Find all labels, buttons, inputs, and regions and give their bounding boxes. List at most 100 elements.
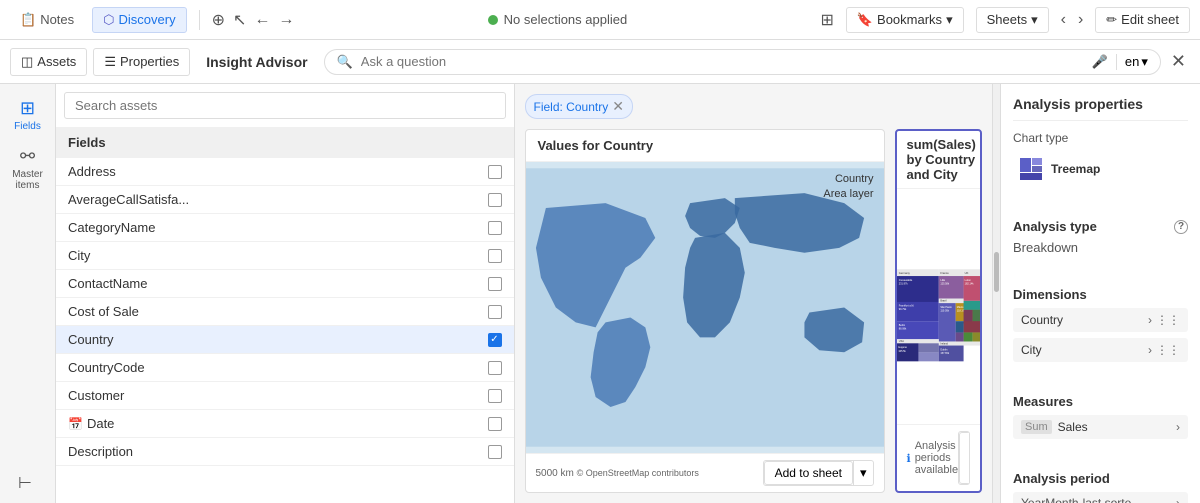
dimension-city-dots[interactable]: ⋮⋮: [1156, 343, 1180, 357]
treemap-card-header: sum(Sales) by Country and City ⤢ ⋯: [897, 131, 981, 189]
analysis-type-help-icon[interactable]: ?: [1174, 220, 1188, 234]
field-item[interactable]: 📅Date: [56, 410, 514, 438]
lang-chevron: ▾: [1141, 54, 1148, 70]
filter-tag-country[interactable]: Field: Country ✕: [525, 94, 633, 119]
bookmarks-chevron: ▾: [946, 12, 953, 28]
field-checkbox[interactable]: ✓: [488, 333, 502, 347]
field-checkbox[interactable]: [488, 277, 502, 291]
second-bar: ◫ Assets ☰ Properties Insight Advisor 🔍 …: [0, 40, 1200, 84]
field-checkbox[interactable]: [488, 361, 502, 375]
lang-label: en: [1125, 54, 1139, 69]
field-item[interactable]: AverageCallSatisfa...: [56, 186, 514, 214]
field-item[interactable]: ContactName: [56, 270, 514, 298]
search-bar[interactable]: 🔍 🎤 en ▾: [324, 49, 1161, 75]
treemap-add-to-sheet-group: Add to sheet ▾: [958, 431, 970, 485]
field-name-label: CategoryName: [68, 220, 155, 235]
analysis-type-section: Analysis type ? Breakdown: [1013, 215, 1188, 255]
field-checkbox[interactable]: [488, 193, 502, 207]
insight-advisor-label: Insight Advisor: [206, 54, 307, 70]
treemap-card: sum(Sales) by Country and City ⤢ ⋯ Germa…: [895, 129, 983, 493]
field-item[interactable]: Customer: [56, 382, 514, 410]
field-checkbox[interactable]: [488, 305, 502, 319]
dimension-city-chevron[interactable]: ›: [1148, 343, 1152, 357]
field-name-label: City: [68, 248, 90, 263]
field-item[interactable]: Cost of Sale: [56, 298, 514, 326]
prev-sheet-icon[interactable]: ‹: [1061, 11, 1066, 29]
svg-text:Frankfurt a.M.: Frankfurt a.M.: [898, 305, 914, 308]
field-checkbox[interactable]: [488, 417, 502, 431]
tab-notes[interactable]: 📋 Notes: [10, 8, 84, 32]
close-insight-button[interactable]: ✕: [1167, 47, 1190, 76]
map-card: Values for Country: [525, 129, 885, 493]
svg-text:Berlin: Berlin: [898, 324, 905, 327]
search-assets-input[interactable]: [64, 92, 506, 119]
analysis-period-value[interactable]: YearMonth-last sorte... ›: [1013, 492, 1188, 503]
measure-chevron[interactable]: ›: [1176, 420, 1180, 434]
map-add-dropdown-button[interactable]: ▾: [853, 461, 873, 485]
microphone-icon[interactable]: 🎤: [1092, 54, 1108, 70]
next-sheet-icon[interactable]: ›: [1078, 11, 1083, 29]
field-name-label: Customer: [68, 388, 124, 403]
top-bar-right: ⊞ 🔖 Bookmarks ▾ Sheets ▾ ‹ › ✏ Edit shee…: [820, 7, 1190, 33]
dimension-country[interactable]: Country › ⋮⋮: [1013, 308, 1188, 332]
svg-text:105.5k: 105.5k: [898, 350, 906, 353]
treemap-content: Germany France UK Cunewalde 231.97k: [897, 189, 981, 424]
divider: [199, 10, 200, 30]
right-panel-title: Analysis properties: [1013, 96, 1188, 121]
field-checkbox[interactable]: [488, 249, 502, 263]
field-item[interactable]: Country✓: [56, 326, 514, 354]
field-item[interactable]: Description: [56, 438, 514, 466]
selection-indicator: [488, 15, 498, 25]
treemap-expand-button[interactable]: ⤢: [976, 149, 982, 170]
field-name-label: CountryCode: [68, 360, 145, 375]
edit-sheet-label: Edit sheet: [1121, 12, 1179, 27]
chart-type-name: Treemap: [1051, 162, 1100, 176]
measure-agg-label: Sum: [1021, 420, 1052, 434]
field-item[interactable]: Address: [56, 158, 514, 186]
fields-list: Address AverageCallSatisfa... CategoryName…: [56, 158, 514, 503]
map-add-to-sheet-button[interactable]: Add to sheet: [764, 461, 853, 485]
dimension-country-dots[interactable]: ⋮⋮: [1156, 313, 1180, 327]
field-item[interactable]: CategoryName: [56, 214, 514, 242]
field-item[interactable]: City: [56, 242, 514, 270]
grid-icon[interactable]: ⊞: [820, 10, 833, 30]
back-icon[interactable]: ←: [254, 11, 270, 29]
field-name-label: AverageCallSatisfa...: [68, 192, 189, 207]
svg-text:Dublin: Dublin: [940, 349, 948, 352]
lasso-icon[interactable]: ⊕: [212, 10, 225, 30]
field-checkbox[interactable]: [488, 165, 502, 179]
language-select[interactable]: en ▾: [1116, 54, 1148, 70]
center-area: Field: Country ✕ Values for Country: [515, 84, 993, 503]
field-checkbox[interactable]: [488, 445, 502, 459]
svg-text:Luton: Luton: [964, 279, 971, 282]
bookmarks-label: Bookmarks: [877, 12, 942, 27]
map-overlay-label: Country Area layer: [823, 172, 873, 203]
pointer-icon[interactable]: ↖: [233, 10, 246, 30]
dimension-city[interactable]: City › ⋮⋮: [1013, 338, 1188, 362]
bookmarks-button[interactable]: 🔖 Bookmarks ▾: [846, 7, 964, 33]
collapse-panel-button[interactable]: ⊢: [18, 473, 32, 493]
properties-button[interactable]: ☰ Properties: [93, 48, 190, 76]
edit-sheet-button[interactable]: ✏ Edit sheet: [1095, 7, 1190, 33]
chart-type-value: Treemap: [1013, 151, 1188, 187]
measure-sales[interactable]: Sum Sales ›: [1013, 415, 1188, 439]
sheets-button[interactable]: Sheets ▾: [976, 7, 1049, 33]
treemap-add-to-sheet-button[interactable]: Add to sheet: [959, 432, 970, 484]
master-items-label: Master items: [7, 169, 49, 191]
dimension-country-chevron[interactable]: ›: [1148, 313, 1152, 327]
sidebar-item-master-items[interactable]: ⚯ Master items: [3, 140, 53, 197]
field-item[interactable]: CountryCode: [56, 354, 514, 382]
forward-icon[interactable]: →: [278, 11, 294, 29]
assets-button[interactable]: ◫ Assets: [10, 48, 87, 76]
field-checkbox[interactable]: [488, 221, 502, 235]
field-checkbox[interactable]: [488, 389, 502, 403]
scroll-thumb[interactable]: [994, 252, 999, 292]
tab-discovery[interactable]: ⬡ Discovery: [92, 7, 186, 33]
sidebar-item-fields[interactable]: ⊞ Fields: [3, 92, 53, 138]
filter-tag-close-button[interactable]: ✕: [612, 98, 624, 115]
search-icon: 🔍: [337, 54, 353, 70]
search-input[interactable]: [361, 54, 1084, 69]
measure-name-label: Sales: [1058, 420, 1170, 434]
dimension-country-label: Country: [1021, 313, 1063, 327]
map-scale: 5000 km © OpenStreetMap contributors: [536, 468, 699, 479]
